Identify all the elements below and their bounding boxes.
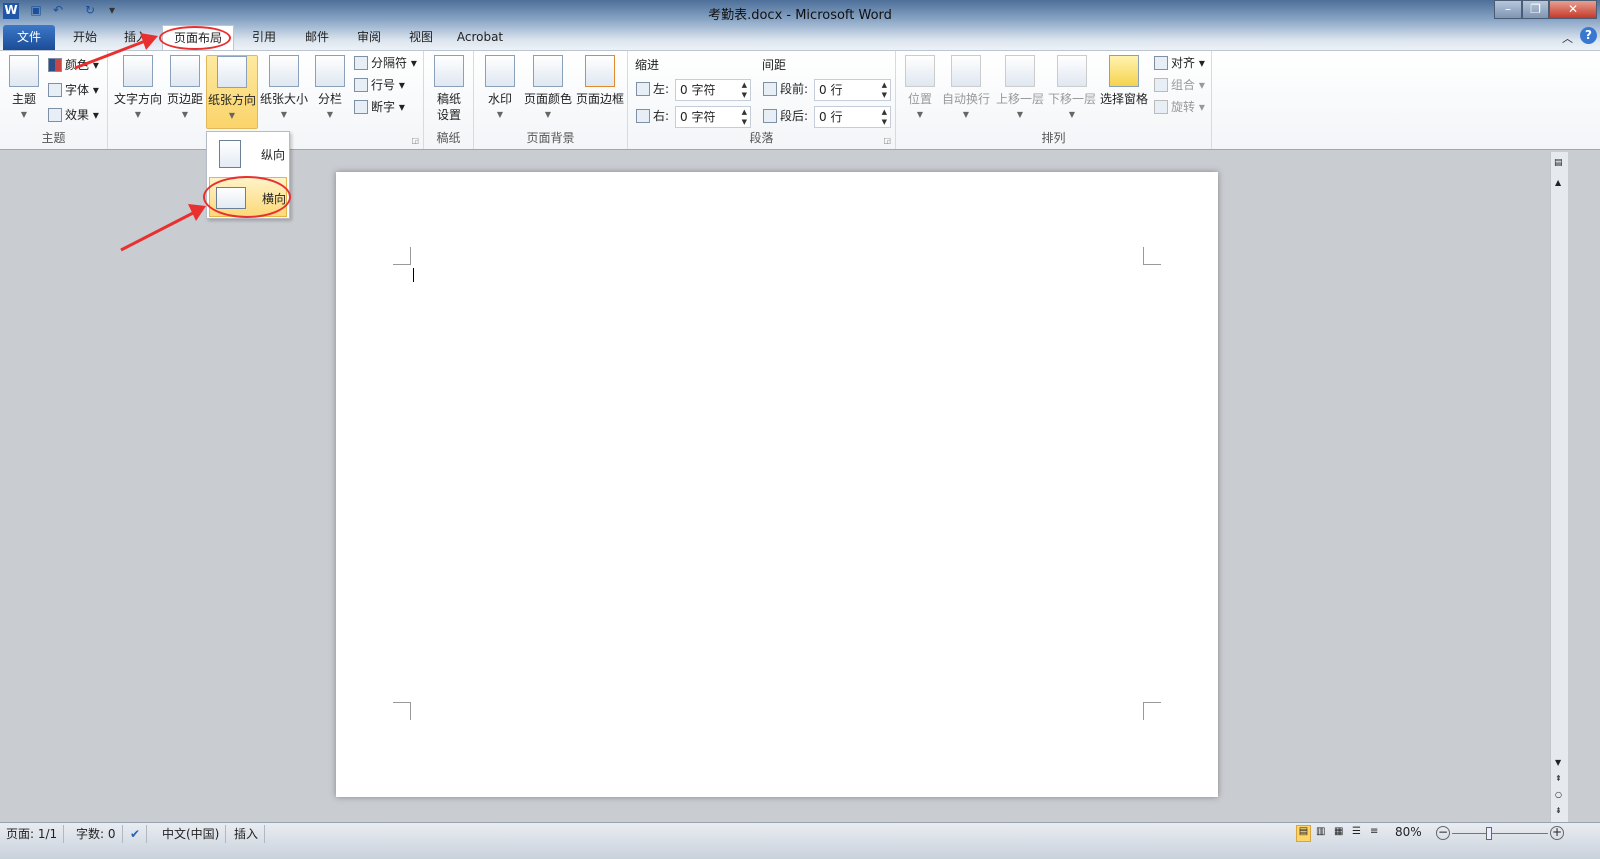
annotation-arrows (74, 33, 206, 252)
draft-icon[interactable]: ≡ (1370, 826, 1378, 837)
print-layout-icon[interactable]: ▤ (1296, 825, 1311, 842)
browse-object-icon[interactable]: ○ (1555, 790, 1562, 799)
scroll-down-icon[interactable]: ▼ (1555, 758, 1561, 767)
zoom-in-icon[interactable]: + (1550, 826, 1564, 840)
outline-icon[interactable]: ☰ (1352, 826, 1361, 837)
annotation-arrowhead (188, 204, 206, 221)
word-count[interactable]: 字数: 0 (70, 825, 123, 843)
annotation-arrow (74, 38, 149, 70)
page-count[interactable]: 页面: 1/1 (0, 825, 65, 843)
language[interactable]: 中文(中国) (156, 825, 227, 843)
next-page-icon[interactable]: ⇟ (1555, 806, 1562, 815)
ruler-toggle-icon[interactable]: ▤ (1554, 158, 1563, 168)
proofing-icon[interactable]: ✔ (124, 825, 148, 843)
status-bar: 页面: 1/1 字数: 0 ✔ 中文(中国) 插入 ▤ ▥ ▦ ☰ ≡ 80% … (0, 822, 1600, 859)
web-layout-icon[interactable]: ▦ (1334, 826, 1343, 837)
annotation-arrow (120, 210, 196, 252)
scroll-up-icon[interactable]: ▲ (1555, 178, 1561, 187)
previous-page-icon[interactable]: ⇞ (1555, 774, 1562, 783)
insert-mode[interactable]: 插入 (228, 825, 266, 843)
full-screen-reading-icon[interactable]: ▥ (1316, 826, 1325, 837)
zoom-level[interactable]: 80% (1395, 825, 1422, 839)
vertical-scrollbar[interactable]: ▤ ▲ ▼ ⇞ ○ ⇟ (1550, 152, 1568, 822)
zoom-out-icon[interactable]: − (1436, 826, 1450, 840)
zoom-slider[interactable] (1452, 833, 1548, 834)
zoom-slider-thumb[interactable] (1486, 827, 1493, 840)
